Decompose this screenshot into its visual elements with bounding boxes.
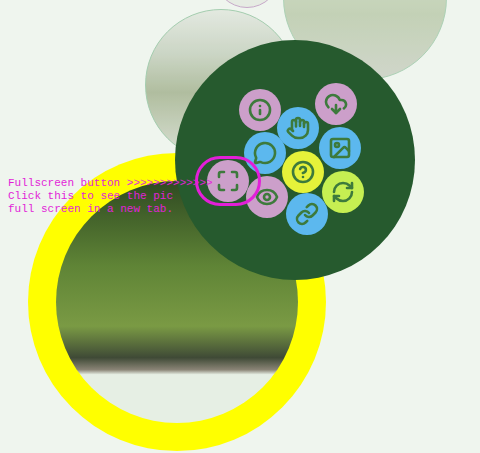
hand-icon	[286, 116, 310, 140]
download-icon	[324, 92, 348, 116]
photo-bubble[interactable]	[214, 0, 280, 8]
picture-icon	[328, 136, 352, 160]
annotation: Fullscreen button >>>>>>>>>>>>>Click thi…	[8, 177, 213, 216]
comment-button[interactable]	[244, 132, 286, 174]
download-button[interactable]	[315, 83, 357, 125]
annotation-line: Fullscreen button >>>>>>>>>>>>>	[8, 177, 213, 190]
picture-button[interactable]	[319, 127, 361, 169]
refresh-button[interactable]	[322, 171, 364, 213]
help-icon	[291, 160, 315, 184]
canvas: Fullscreen button >>>>>>>>>>>>>Click thi…	[0, 0, 480, 453]
link-icon	[295, 202, 319, 226]
refresh-icon	[331, 180, 355, 204]
help-button[interactable]	[282, 151, 324, 193]
fullscreen-button[interactable]	[207, 160, 249, 202]
info-icon	[248, 98, 272, 122]
link-button[interactable]	[286, 193, 328, 235]
fullscreen-icon	[216, 169, 240, 193]
comment-icon	[253, 141, 277, 165]
annotation-line: Click this to see the pic	[8, 190, 213, 203]
eye-button[interactable]	[246, 176, 288, 218]
info-button[interactable]	[239, 89, 281, 131]
annotation-line: full screen in a new tab.	[8, 203, 213, 216]
